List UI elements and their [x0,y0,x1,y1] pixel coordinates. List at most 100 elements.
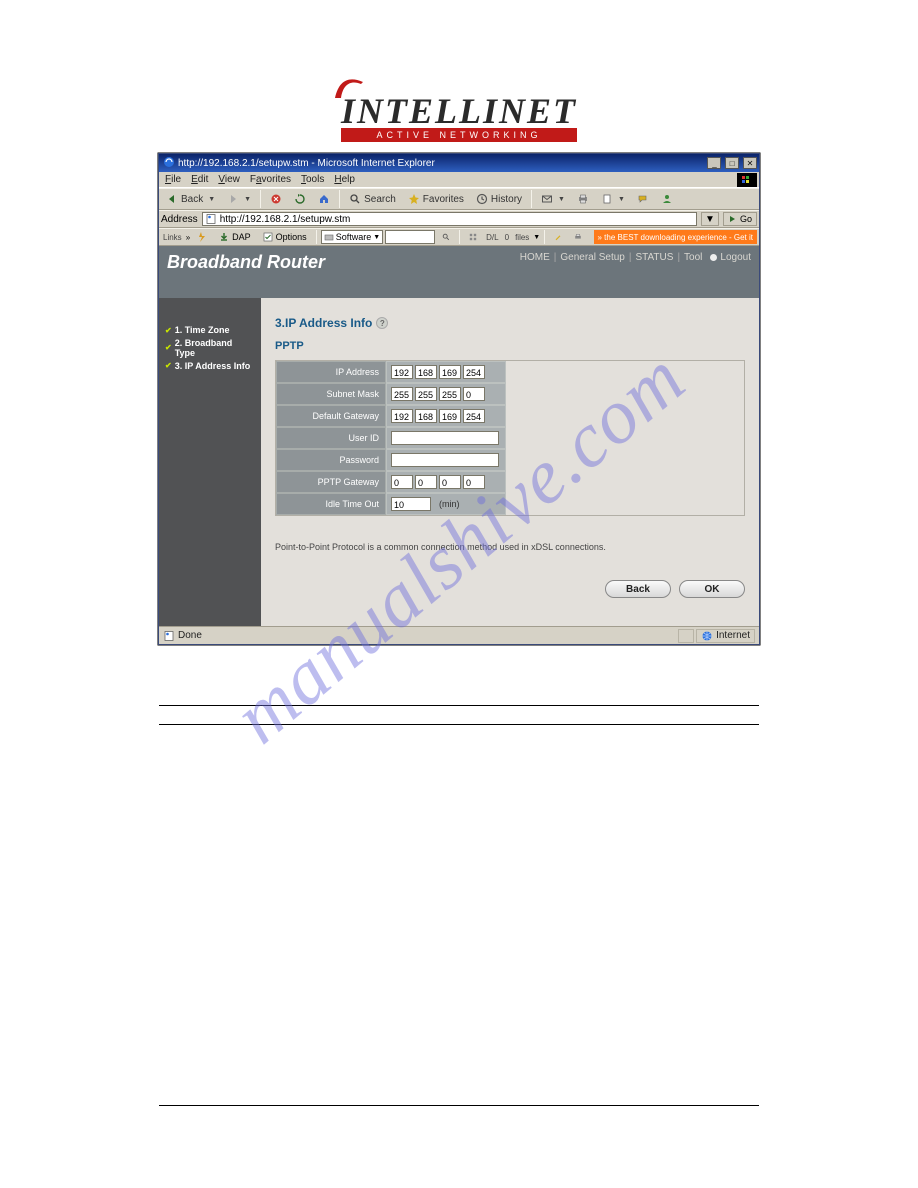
printer-icon [574,232,582,242]
pptp-gateway-oct-3[interactable]: 0 [439,475,461,489]
nav-status[interactable]: STATUS [635,252,673,263]
sidebar-item-ip-address-info[interactable]: ✔ 3. IP Address Info [165,362,255,372]
ip-address-oct-3[interactable]: 169 [439,365,461,379]
ok-button[interactable]: OK [679,580,745,598]
menu-edit[interactable]: Edit [187,173,212,186]
address-url: http://192.168.2.1/setupw.stm [220,214,351,225]
password-input[interactable] [391,453,499,467]
page-icon [163,630,175,642]
software-search-input[interactable] [385,230,435,244]
default-gateway-oct-4[interactable]: 254 [463,409,485,423]
subnet-mask-oct-2[interactable]: 255 [415,387,437,401]
window-titlebar: http://192.168.2.1/setupw.stm - Microsof… [159,154,759,172]
software-search-button[interactable] [437,230,455,244]
search-button[interactable]: Search [344,190,401,208]
back-button[interactable]: Back ▼ [161,190,220,208]
sidebar-item-broadband-type[interactable]: ✔ 2. Broadband Type [165,339,255,359]
pptp-gateway-oct-2[interactable]: 0 [415,475,437,489]
default-gateway-oct-3[interactable]: 169 [439,409,461,423]
pptp-gateway-oct-1[interactable]: 0 [391,475,413,489]
home-button[interactable] [313,190,335,208]
sidebar-item-label: 1. Time Zone [175,326,230,336]
maximize-button[interactable]: □ [725,157,739,169]
close-button[interactable]: ✕ [743,157,757,169]
ip-address-cell: 192 168 169 254 [386,361,506,383]
help-icon[interactable]: ? [376,317,388,329]
nav-home[interactable]: HOME [520,252,550,263]
dap-promo-banner[interactable]: » the BEST downloading experience - Get … [594,230,758,244]
nav-tool[interactable]: Tool [684,252,702,263]
messenger-button[interactable] [656,190,678,208]
edit-button[interactable]: ▼ [596,190,630,208]
subnet-mask-oct-4[interactable]: 0 [463,387,485,401]
default-gateway-oct-2[interactable]: 168 [415,409,437,423]
download-icon [219,232,229,242]
idle-timeout-input[interactable]: 10 [391,497,431,511]
bolt-icon [197,232,207,242]
history-button[interactable]: History [471,190,527,208]
nav-logout-label: Logout [720,252,751,263]
go-button[interactable]: Go [723,212,757,226]
page-viewport: Broadband Router HOME | General Setup | … [159,246,759,626]
status-zone-internet: Internet [696,629,755,643]
print-button[interactable] [572,190,594,208]
password-label: Password [276,449,386,471]
nav-general-setup[interactable]: General Setup [560,252,625,263]
password-cell [386,449,506,471]
minimize-button[interactable]: _ [707,157,721,169]
default-gateway-oct-1[interactable]: 192 [391,409,413,423]
menu-tools[interactable]: Tools [297,173,328,186]
protocol-heading: PPTP [275,340,745,352]
section-title: 3.IP Address Info ? [275,316,745,330]
menu-file[interactable]: File [161,173,185,186]
magnifier-icon [442,232,450,242]
refresh-button[interactable] [289,190,311,208]
logo-swoosh-icon [333,76,367,100]
page-icon [205,213,217,225]
ip-address-oct-2[interactable]: 168 [415,365,437,379]
menu-bar: File Edit View Favorites Tools Help [159,172,759,188]
separator-line [159,1105,759,1106]
subnet-mask-oct-1[interactable]: 255 [391,387,413,401]
wizard-sidebar: ✔ 1. Time Zone ✔ 2. Broadband Type ✔ 3. … [159,298,261,626]
forward-button[interactable]: ▼ [222,190,256,208]
menu-help[interactable]: Help [330,173,359,186]
wizard-main-panel: 3.IP Address Info ? PPTP IP Address 192 … [261,298,759,626]
menu-favorites[interactable]: Favorites [246,173,295,186]
brand-logo-block: INTELLINET ACTIVE NETWORKING [0,90,918,143]
ip-address-oct-4[interactable]: 254 [463,365,485,379]
grid-icon-button[interactable] [464,230,482,244]
menu-view[interactable]: View [214,173,244,186]
toggle-dap-button[interactable] [192,230,212,244]
stop-icon [270,193,282,205]
pptp-form: IP Address 192 168 169 254 Subnet Mask [275,360,745,516]
pptp-gateway-oct-4[interactable]: 0 [463,475,485,489]
files-caret-icon[interactable]: ▼ [533,234,540,241]
check-icon: ✔ [165,362,172,371]
software-dropdown-label: Software [336,232,372,242]
back-button[interactable]: Back [605,580,671,598]
ip-address-oct-1[interactable]: 192 [391,365,413,379]
user-id-input[interactable] [391,431,499,445]
brush-button[interactable] [549,230,567,244]
subnet-mask-oct-3[interactable]: 255 [439,387,461,401]
options-link[interactable]: Options [258,230,312,244]
address-input[interactable]: http://192.168.2.1/setupw.stm [202,212,697,226]
dap-link[interactable]: DAP [214,230,256,244]
ip-address-label: IP Address [276,361,386,383]
stop-button[interactable] [265,190,287,208]
sidebar-item-time-zone[interactable]: ✔ 1. Time Zone [165,326,255,336]
printer-button[interactable] [569,230,587,244]
favorites-button[interactable]: Favorites [403,190,469,208]
software-dropdown[interactable]: Software ▼ [321,230,383,244]
pptp-gateway-label: PPTP Gateway [276,471,386,493]
address-dropdown-button[interactable]: ▼ [701,212,719,226]
browser-status-bar: Done Internet [159,626,759,644]
router-topnav: HOME | General Setup | STATUS | Tool Log… [520,252,751,263]
mail-button[interactable]: ▼ [536,190,570,208]
nav-logout[interactable]: Logout [710,252,751,263]
section-title-text: 3.IP Address Info [275,316,372,330]
default-gateway-label: Default Gateway [276,405,386,427]
links-expand-icon[interactable]: » [186,233,190,242]
discuss-button[interactable] [632,190,654,208]
